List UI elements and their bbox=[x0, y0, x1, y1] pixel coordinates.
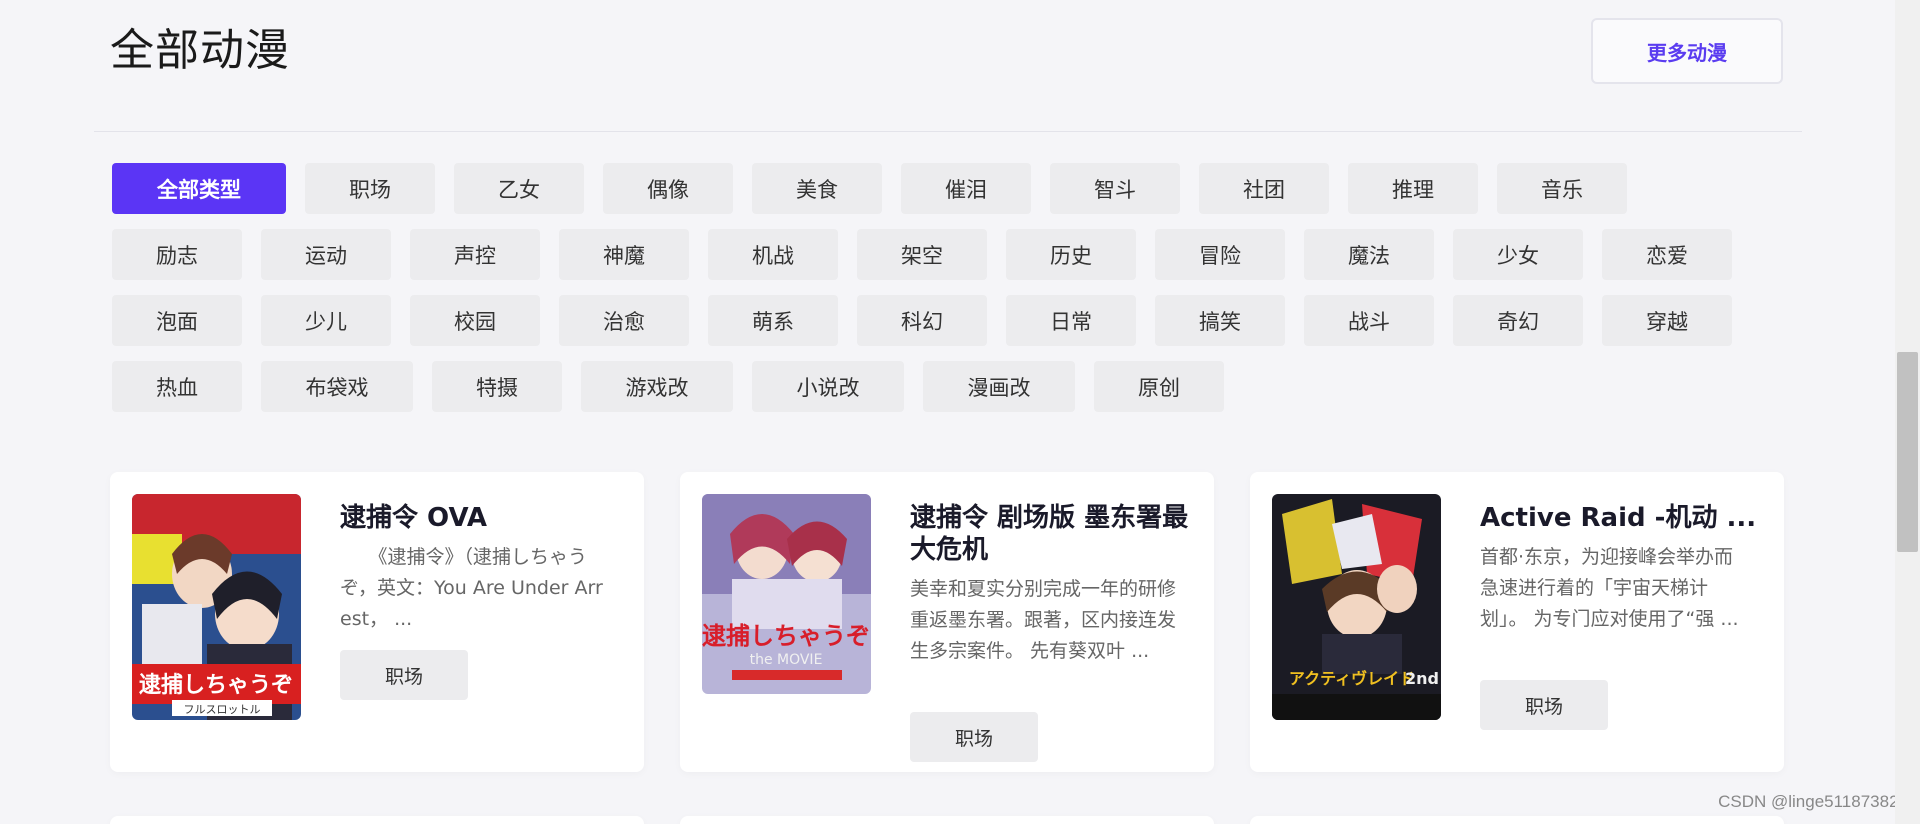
anime-card[interactable]: 逮捕しちゃうぞ the MOVIE 逮捕令 剧场版 墨东署最大危机 美幸和夏实分… bbox=[680, 472, 1214, 772]
genre-tag[interactable]: 少女 bbox=[1453, 229, 1583, 280]
anime-title[interactable]: 逮捕令 OVA bbox=[340, 502, 630, 534]
genre-tag[interactable]: 运动 bbox=[261, 229, 391, 280]
anime-title[interactable]: 逮捕令 剧场版 墨东署最大危机 bbox=[910, 502, 1200, 566]
anime-card[interactable] bbox=[680, 816, 1214, 824]
genre-tag[interactable]: 萌系 bbox=[708, 295, 838, 346]
genre-tag[interactable]: 日常 bbox=[1006, 295, 1136, 346]
anime-card[interactable] bbox=[110, 816, 644, 824]
genre-tag[interactable]: 布袋戏 bbox=[261, 361, 413, 412]
cover-subtitle-text: フルスロットル bbox=[184, 703, 261, 716]
genre-tag[interactable]: 职场 bbox=[305, 163, 435, 214]
cover-title-text: 逮捕しちゃうぞ bbox=[702, 622, 870, 650]
cover-title-text: アクティヴレイド bbox=[1289, 669, 1415, 688]
genre-tag[interactable]: 社团 bbox=[1199, 163, 1329, 214]
genre-tag[interactable]: 泡面 bbox=[112, 295, 242, 346]
cover-subtitle-text: 2nd bbox=[1405, 669, 1439, 688]
anime-description: 美幸和夏实分别完成一年的研修重返墨东署。跟著，区内接连发生多宗案件。 先有葵双叶… bbox=[910, 578, 1177, 662]
genre-tag[interactable]: 战斗 bbox=[1304, 295, 1434, 346]
anime-title[interactable]: Active Raid -机动 ... bbox=[1480, 502, 1770, 534]
anime-cover-image[interactable]: 逮捕しちゃうぞ the MOVIE bbox=[702, 494, 871, 694]
anime-genre-tag[interactable]: 职场 bbox=[1480, 680, 1608, 730]
genre-tag[interactable]: 特摄 bbox=[432, 361, 562, 412]
genre-tag[interactable]: 热血 bbox=[112, 361, 242, 412]
genre-tag[interactable]: 恋爱 bbox=[1602, 229, 1732, 280]
genre-tag[interactable]: 小说改 bbox=[752, 361, 904, 412]
page: 全部动漫 更多动漫 全部类型 职场 乙女 偶像 美食 催泪 智斗 社团 推理 音乐 励志 运动 声控 神魔… bbox=[0, 0, 1920, 824]
watermark: CSDN @linge511873822 bbox=[1718, 792, 1908, 811]
genre-tag[interactable]: 偶像 bbox=[603, 163, 733, 214]
anime-cover-image[interactable]: アクティヴレイド 2nd bbox=[1272, 494, 1441, 720]
anime-description: 《逮捕令》（逮捕しちゃうぞ，英文：You Are Under Arrest， .… bbox=[340, 546, 603, 630]
cover-title-text: 逮捕しちゃうぞ bbox=[139, 672, 293, 698]
genre-tag[interactable]: 美食 bbox=[752, 163, 882, 214]
genre-tag[interactable]: 游戏改 bbox=[581, 361, 733, 412]
scrollbar-thumb[interactable] bbox=[1897, 352, 1918, 552]
genre-tag[interactable]: 音乐 bbox=[1497, 163, 1627, 214]
genre-tag[interactable]: 奇幻 bbox=[1453, 295, 1583, 346]
anime-description: 首都·东京，为迎接峰会举办而急速进行着的「宇宙天梯计划」。 为专门应对使用了“强… bbox=[1480, 546, 1739, 630]
genre-tag[interactable]: 智斗 bbox=[1050, 163, 1180, 214]
anime-cover-image[interactable]: 逮捕しちゃうぞ フルスロットル bbox=[132, 494, 301, 720]
genre-tag[interactable]: 励志 bbox=[112, 229, 242, 280]
genre-tag[interactable]: 搞笑 bbox=[1155, 295, 1285, 346]
genre-tag[interactable]: 乙女 bbox=[454, 163, 584, 214]
genre-tag[interactable]: 催泪 bbox=[901, 163, 1031, 214]
divider bbox=[94, 131, 1802, 132]
cover-subtitle-text: the MOVIE bbox=[750, 652, 823, 668]
anime-card[interactable] bbox=[1250, 816, 1784, 824]
genre-tag[interactable]: 冒险 bbox=[1155, 229, 1285, 280]
genre-tag[interactable]: 声控 bbox=[410, 229, 540, 280]
genre-tag[interactable]: 推理 bbox=[1348, 163, 1478, 214]
genre-tag[interactable]: 全部类型 bbox=[112, 163, 286, 214]
anime-card[interactable]: 逮捕しちゃうぞ フルスロットル 逮捕令 OVA 《逮捕令》（逮捕しちゃうぞ，英文… bbox=[110, 472, 644, 772]
anime-genre-tag[interactable]: 职场 bbox=[340, 650, 468, 700]
genre-tag[interactable]: 穿越 bbox=[1602, 295, 1732, 346]
genre-tag[interactable]: 原创 bbox=[1094, 361, 1224, 412]
genre-tag[interactable]: 治愈 bbox=[559, 295, 689, 346]
genre-tag[interactable]: 机战 bbox=[708, 229, 838, 280]
genre-tag[interactable]: 科幻 bbox=[857, 295, 987, 346]
genre-tag[interactable]: 漫画改 bbox=[923, 361, 1075, 412]
genre-tag[interactable]: 架空 bbox=[857, 229, 987, 280]
anime-genre-tag[interactable]: 职场 bbox=[910, 712, 1038, 762]
genre-tag[interactable]: 历史 bbox=[1006, 229, 1136, 280]
genre-tag[interactable]: 神魔 bbox=[559, 229, 689, 280]
more-anime-button[interactable]: 更多动漫 bbox=[1591, 18, 1783, 84]
anime-card[interactable]: アクティヴレイド 2nd Active Raid -机动 ... 首都·东京，为… bbox=[1250, 472, 1784, 772]
section-title: 全部动漫 bbox=[110, 25, 290, 76]
genre-tag[interactable]: 少儿 bbox=[261, 295, 391, 346]
genre-tag[interactable]: 魔法 bbox=[1304, 229, 1434, 280]
genre-tag[interactable]: 校园 bbox=[410, 295, 540, 346]
